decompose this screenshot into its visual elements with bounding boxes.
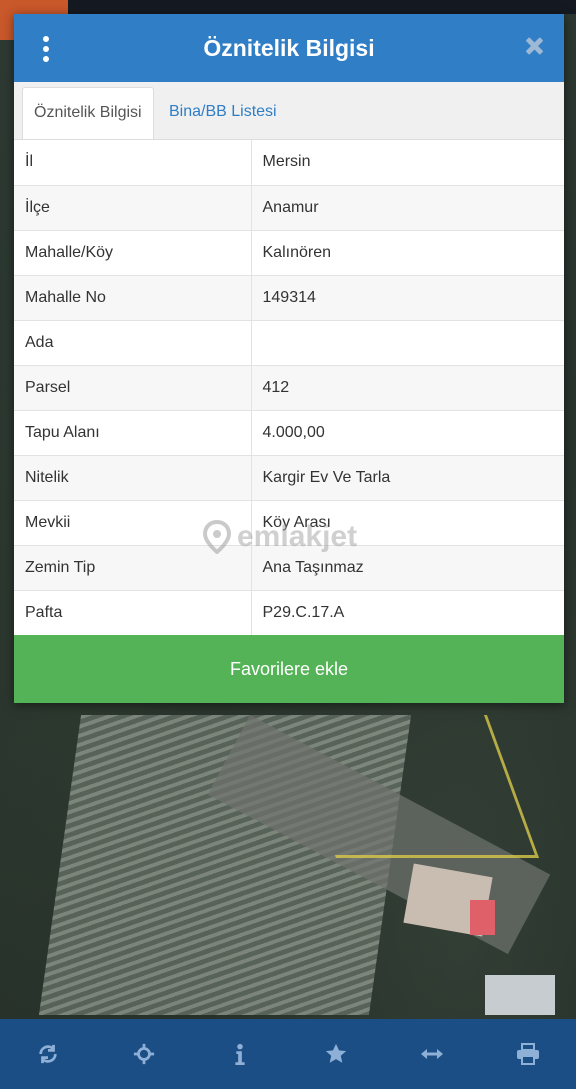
attribute-key: Parsel — [14, 364, 252, 410]
refresh-icon[interactable] — [28, 1034, 68, 1074]
attribute-key: Ada — [14, 319, 252, 365]
modal-header: Öznitelik Bilgisi — [14, 14, 564, 82]
attribute-value: Kargir Ev Ve Tarla — [251, 454, 564, 500]
table-row: Zemin Tip Ana Taşınmaz — [14, 544, 564, 590]
table-row: Parsel 412 — [14, 364, 564, 410]
map-building — [470, 900, 495, 935]
tab-attribute-info[interactable]: Öznitelik Bilgisi — [22, 87, 154, 139]
table-row: İlçe Anamur — [14, 184, 564, 230]
attribute-key: Pafta — [14, 589, 252, 635]
attribute-key: Zemin Tip — [14, 544, 252, 590]
attribute-info-modal: Öznitelik Bilgisi Öznitelik Bilgisi Bina… — [14, 14, 564, 703]
table-row: Mevkii Köy Arası — [14, 499, 564, 545]
attribute-key: Mahalle No — [14, 274, 252, 320]
attribute-value: Köy Arası — [251, 499, 564, 545]
info-icon[interactable] — [220, 1034, 260, 1074]
attribute-table: İl Mersin İlçe Anamur Mahalle/Köy Kalınören Ma… — [14, 140, 564, 635]
attribute-value: Kalınören — [251, 229, 564, 275]
table-row: Ada — [14, 319, 564, 365]
table-row: Pafta P29.C.17.A — [14, 589, 564, 635]
tab-bar: Öznitelik Bilgisi Bina/BB Listesi — [14, 82, 564, 140]
attribute-value: Anamur — [251, 184, 564, 230]
attribute-key: İl — [14, 140, 252, 185]
attribute-value: 412 — [251, 364, 564, 410]
attribute-value: Mersin — [262, 153, 311, 171]
attribute-value: 149314 — [251, 274, 564, 320]
close-icon[interactable] — [522, 34, 546, 58]
bottom-toolbar — [0, 1019, 576, 1089]
attribute-value: 4.000,00 — [251, 409, 564, 455]
attribute-key: Mevkii — [14, 499, 252, 545]
locate-icon[interactable] — [124, 1034, 164, 1074]
kebab-menu-icon[interactable] — [40, 36, 52, 62]
modal-title: Öznitelik Bilgisi — [203, 34, 375, 61]
attribute-key: Mahalle/Köy — [14, 229, 252, 275]
measure-icon[interactable] — [412, 1034, 452, 1074]
attribute-key: Nitelik — [14, 454, 252, 500]
table-row: Mahalle/Köy Kalınören — [14, 229, 564, 275]
star-icon[interactable] — [316, 1034, 356, 1074]
attribute-value: Ana Taşınmaz — [251, 544, 564, 590]
map-feature — [68, 0, 576, 14]
tab-building-list[interactable]: Bina/BB Listesi — [158, 87, 288, 139]
table-row: Mahalle No 149314 — [14, 274, 564, 320]
map-building — [485, 975, 555, 1015]
attribute-key: Tapu Alanı — [14, 409, 252, 455]
print-icon[interactable] — [508, 1034, 548, 1074]
table-row: Nitelik Kargir Ev Ve Tarla — [14, 454, 564, 500]
table-row: Tapu Alanı 4.000,00 — [14, 409, 564, 455]
attribute-value: P29.C.17.A — [251, 589, 564, 635]
attribute-value — [251, 319, 564, 365]
attribute-key: İlçe — [14, 184, 252, 230]
add-to-favorites-button[interactable]: Favorilere ekle — [14, 635, 564, 703]
table-row: İl Mersin — [14, 140, 564, 185]
